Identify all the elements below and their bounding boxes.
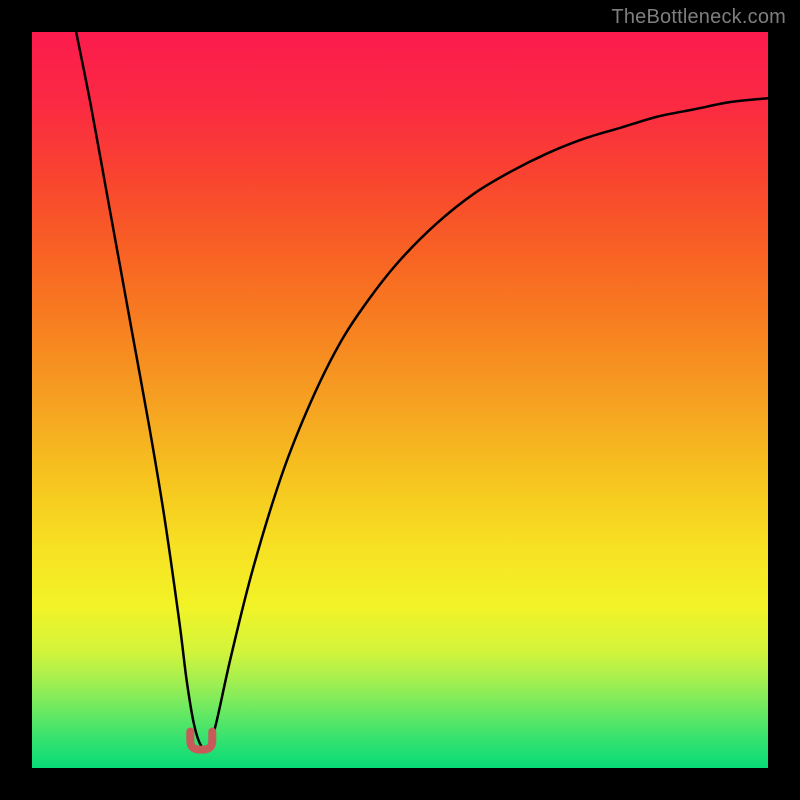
- chart-frame: TheBottleneck.com: [0, 0, 800, 800]
- plot-area: [32, 32, 768, 768]
- bottleneck-curve-path: [76, 32, 768, 749]
- watermark-text: TheBottleneck.com: [611, 6, 786, 29]
- curve-layer: [32, 32, 768, 768]
- trough-marker-path: [190, 732, 212, 750]
- trough-marker: [190, 732, 212, 750]
- bottleneck-curve: [76, 32, 768, 749]
